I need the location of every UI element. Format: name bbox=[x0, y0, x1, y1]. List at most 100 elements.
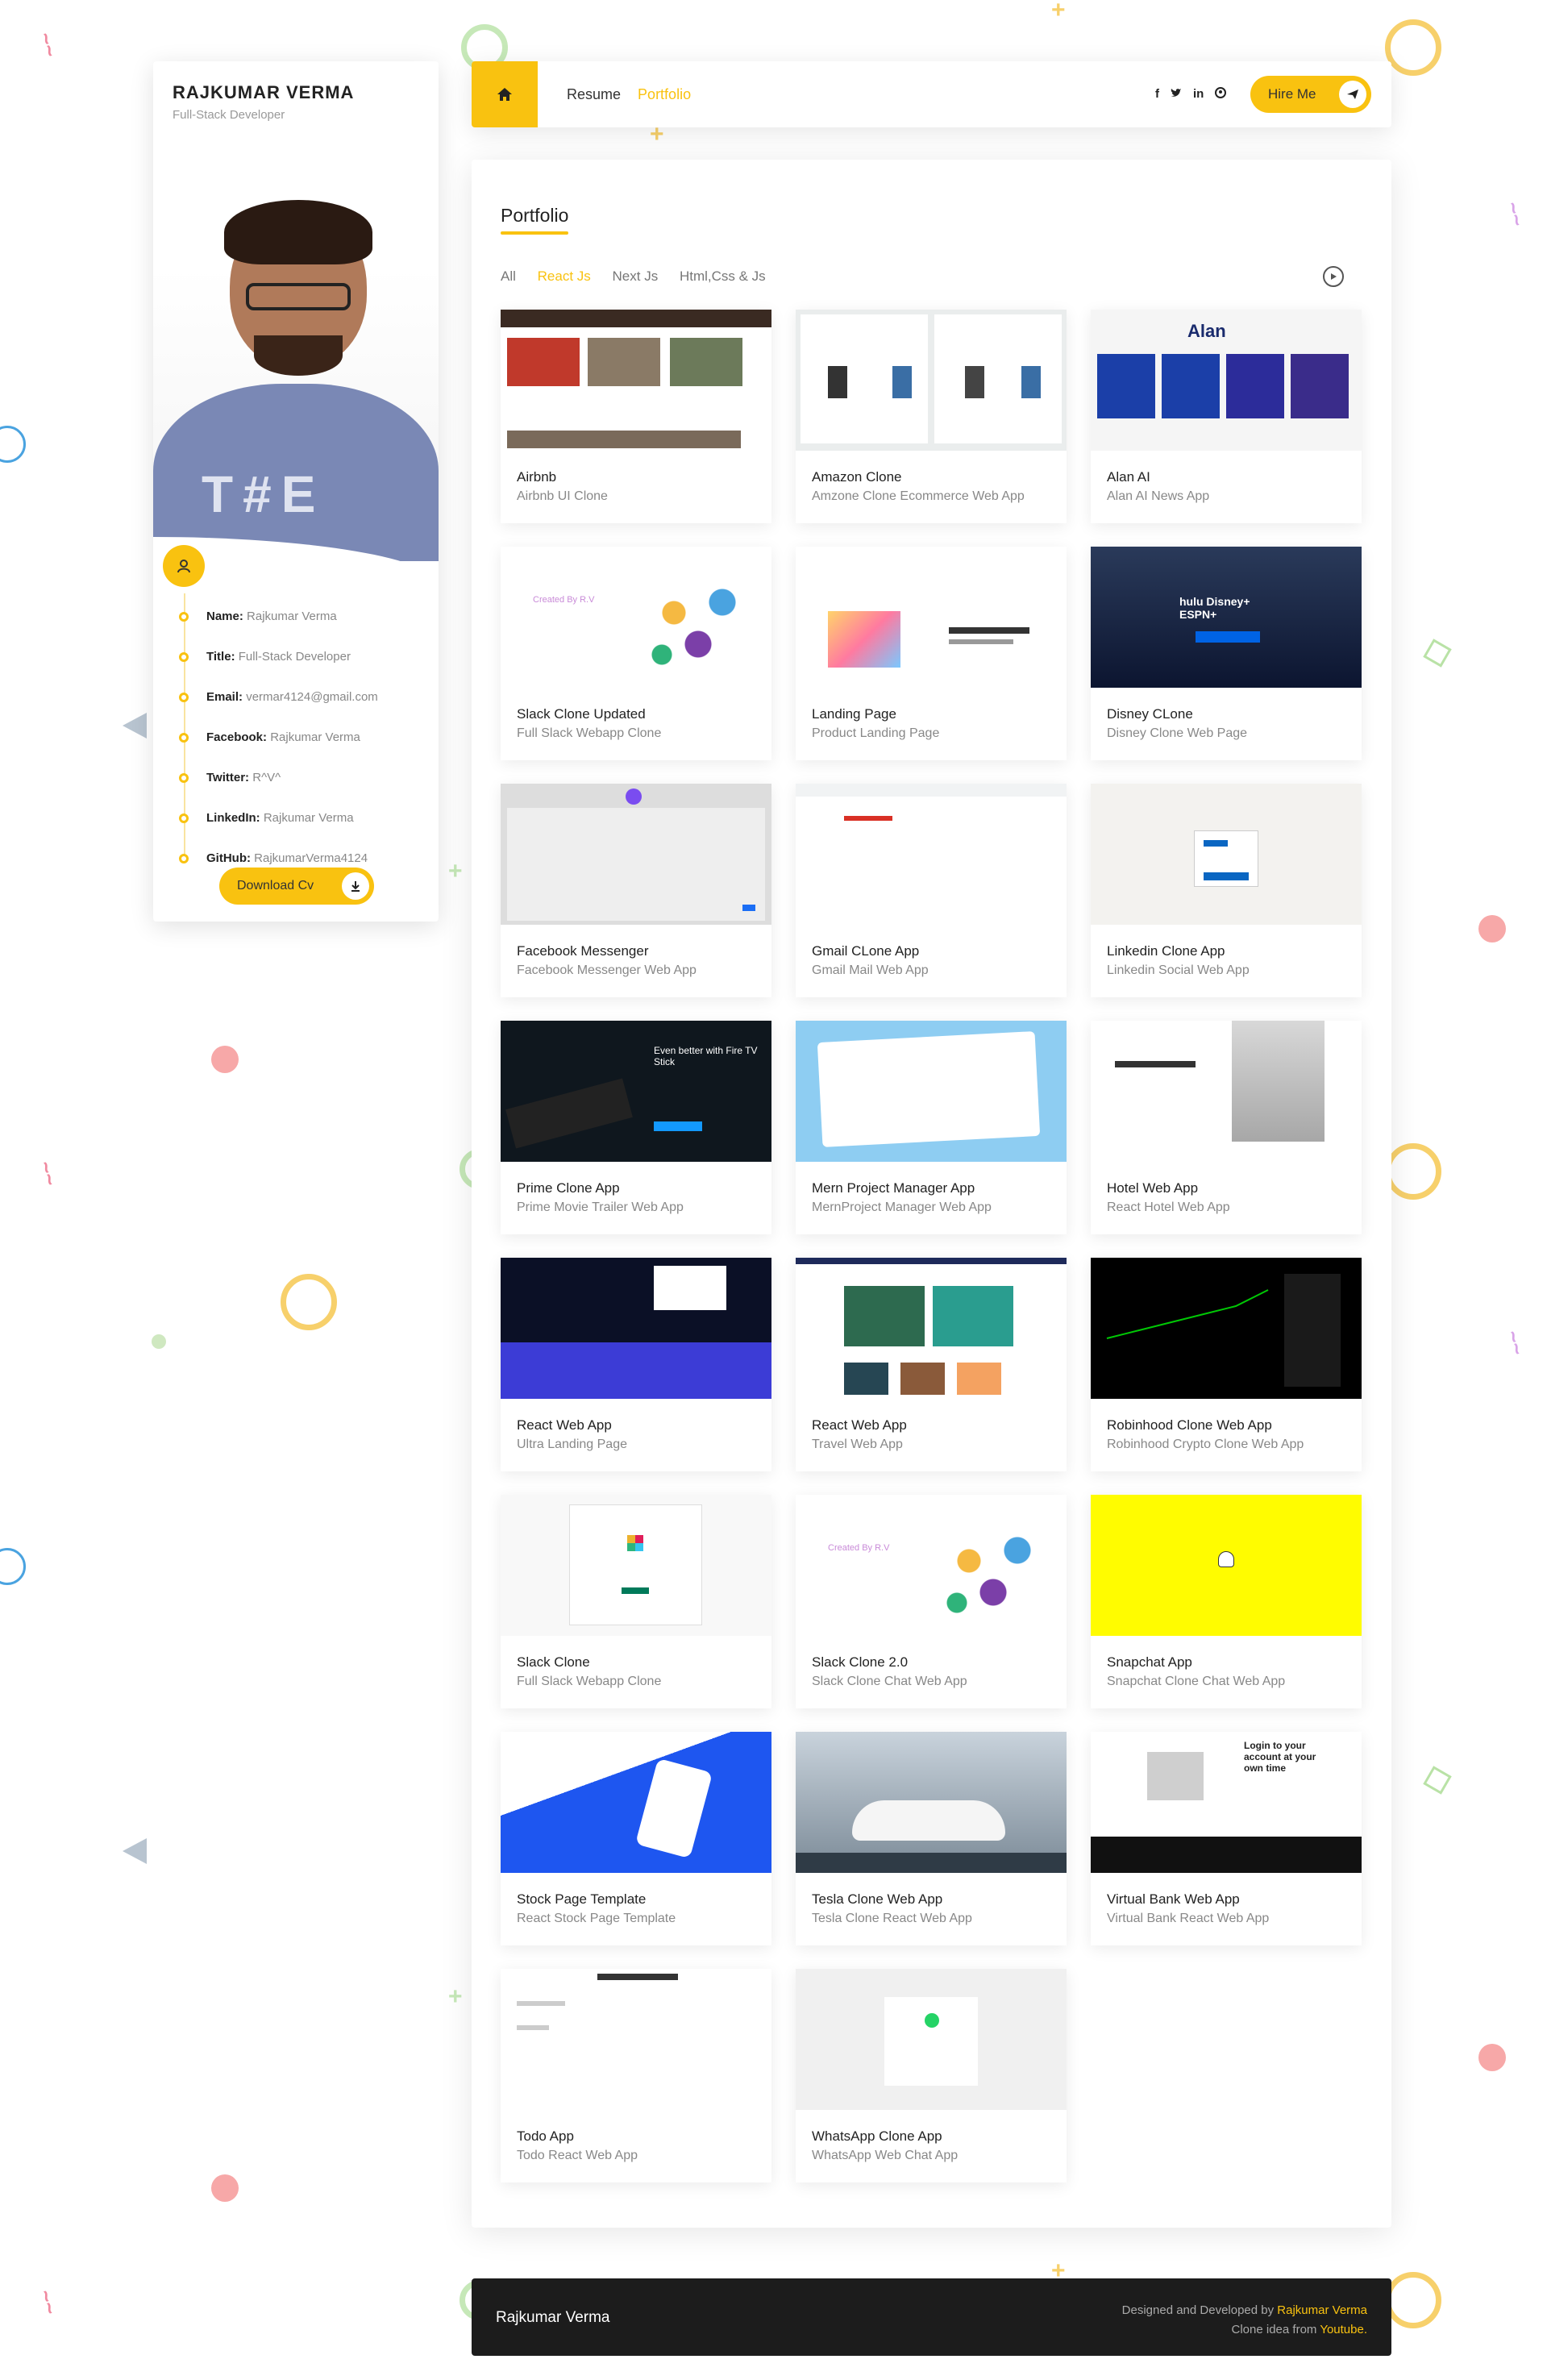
project-card[interactable]: WhatsApp Clone App WhatsApp Web Chat App bbox=[796, 1969, 1067, 2182]
project-card[interactable]: Tesla Clone Web App Tesla Clone React Web… bbox=[796, 1732, 1067, 1945]
project-card[interactable]: Snapchat App Snapchat Clone Chat Web App bbox=[1091, 1495, 1362, 1708]
info-row-name: Name: Rajkumar Verma bbox=[177, 610, 378, 650]
project-thumbnail: Created By R.V bbox=[501, 547, 771, 688]
decor-zigzag: ~~ bbox=[33, 29, 64, 60]
decor-zigzag: ~~ bbox=[33, 1158, 64, 1188]
project-thumbnail bbox=[796, 1732, 1067, 1873]
project-card[interactable]: Created By R.V Slack Clone 2.0 Slack Clone… bbox=[796, 1495, 1067, 1708]
filter-react-js[interactable]: React Js bbox=[538, 268, 591, 284]
decor-cross: + bbox=[1051, 0, 1066, 23]
project-title: Prime Clone App bbox=[517, 1180, 620, 1196]
home-button[interactable] bbox=[472, 61, 538, 127]
decor-ring bbox=[0, 426, 26, 463]
decor-cross: + bbox=[448, 858, 463, 884]
profile-role: Full-Stack Developer bbox=[173, 108, 285, 122]
social-links: f in bbox=[1155, 87, 1227, 102]
project-card[interactable]: Mern Project Manager App MernProject Mana… bbox=[796, 1021, 1067, 1234]
project-subtitle: WhatsApp Web Chat App bbox=[812, 2149, 959, 2162]
decor-ring bbox=[1385, 2272, 1441, 2328]
project-card[interactable]: Login to your account at your own time Vi… bbox=[1091, 1732, 1362, 1945]
project-card[interactable]: Alan Alan AI Alan AI News App bbox=[1091, 310, 1362, 523]
profile-info-list: Name: Rajkumar Verma Title: Full-Stack D… bbox=[177, 610, 378, 892]
project-title: React Web App bbox=[812, 1417, 907, 1433]
project-title: Linkedin Clone App bbox=[1107, 943, 1225, 959]
filter-next-js[interactable]: Next Js bbox=[613, 268, 659, 284]
decor-triangle bbox=[123, 713, 147, 739]
project-title: Facebook Messenger bbox=[517, 943, 649, 959]
project-card[interactable]: Created By R.V Slack Clone Updated Full Sl… bbox=[501, 547, 771, 760]
project-card[interactable]: Todo App Todo React Web App bbox=[501, 1969, 771, 2182]
project-title: Slack Clone Updated bbox=[517, 706, 646, 722]
portfolio-title: Portfolio bbox=[501, 205, 569, 235]
project-subtitle: Airbnb UI Clone bbox=[517, 489, 608, 503]
project-thumbnail: Alan bbox=[1091, 310, 1362, 451]
nav-portfolio[interactable]: Portfolio bbox=[638, 86, 691, 102]
project-thumbnail bbox=[796, 784, 1067, 925]
project-thumbnail bbox=[796, 1258, 1067, 1399]
portfolio-filters: All React Js Next Js Html,Css & Js bbox=[501, 268, 784, 285]
project-card[interactable]: Amazon Clone Amzone Clone Ecommerce Web A… bbox=[796, 310, 1067, 523]
project-thumbnail bbox=[796, 310, 1067, 451]
filter-all[interactable]: All bbox=[501, 268, 516, 284]
decor-square bbox=[1423, 1766, 1452, 1795]
project-card[interactable]: Landing Page Product Landing Page bbox=[796, 547, 1067, 760]
project-card[interactable]: Gmail CLone App Gmail Mail Web App bbox=[796, 784, 1067, 997]
project-card[interactable]: Even better with Fire TV Stick Prime Clon… bbox=[501, 1021, 771, 1234]
user-icon bbox=[163, 545, 205, 587]
info-row-email: Email: vermar4124@gmail.com bbox=[177, 690, 378, 730]
project-card[interactable]: React Web App Ultra Landing Page bbox=[501, 1258, 771, 1471]
project-thumbnail bbox=[1091, 1021, 1362, 1162]
project-title: Stock Page Template bbox=[517, 1891, 647, 1907]
twitter-icon[interactable] bbox=[1171, 87, 1182, 102]
project-card[interactable]: hulu Disney+ ESPN+ Disney CLone Disney Clo… bbox=[1091, 547, 1362, 760]
project-thumbnail bbox=[501, 1969, 771, 2110]
project-card[interactable]: Linkedin Clone App Linkedin Social Web Ap… bbox=[1091, 784, 1362, 997]
project-subtitle: Full Slack Webapp Clone bbox=[517, 726, 662, 740]
project-subtitle: Product Landing Page bbox=[812, 726, 940, 740]
project-card[interactable]: Airbnb Airbnb UI Clone bbox=[501, 310, 771, 523]
project-subtitle: Tesla Clone React Web App bbox=[812, 1912, 972, 1925]
decor-dot bbox=[211, 1046, 239, 1073]
decor-dot bbox=[1478, 2044, 1506, 2071]
decor-ring bbox=[0, 1548, 26, 1585]
decor-zigzag: ~~ bbox=[1500, 198, 1531, 229]
project-card[interactable]: React Web App Travel Web App bbox=[796, 1258, 1067, 1471]
github-icon[interactable] bbox=[1215, 87, 1227, 102]
project-card[interactable]: Facebook Messenger Facebook Messenger Web… bbox=[501, 784, 771, 997]
decor-square bbox=[1423, 639, 1452, 668]
project-card[interactable]: Slack Clone Full Slack Webapp Clone bbox=[501, 1495, 771, 1708]
linkedin-icon[interactable]: in bbox=[1193, 87, 1204, 102]
project-thumbnail: hulu Disney+ ESPN+ bbox=[1091, 547, 1362, 688]
nav-resume[interactable]: Resume bbox=[567, 86, 621, 102]
project-subtitle: Full Slack Webapp Clone bbox=[517, 1675, 662, 1688]
footer-youtube-link[interactable]: Youtube. bbox=[1320, 2323, 1367, 2336]
project-card[interactable]: Stock Page Template React Stock Page Temp… bbox=[501, 1732, 771, 1945]
project-subtitle: Disney Clone Web Page bbox=[1107, 726, 1248, 740]
facebook-icon[interactable]: f bbox=[1155, 87, 1159, 102]
project-subtitle: Linkedin Social Web App bbox=[1107, 963, 1250, 977]
footer-credits: Designed and Developed by Rajkumar Verma… bbox=[1121, 2303, 1367, 2336]
top-header: Resume Portfolio f in Hire Me bbox=[472, 61, 1391, 127]
project-thumbnail bbox=[501, 1495, 771, 1636]
hire-me-button[interactable]: Hire Me bbox=[1250, 76, 1371, 113]
project-subtitle: Todo React Web App bbox=[517, 2149, 638, 2162]
project-subtitle: Gmail Mail Web App bbox=[812, 963, 929, 977]
portfolio-panel: Portfolio All React Js Next Js Html,Css … bbox=[472, 160, 1391, 2228]
project-title: Amazon Clone bbox=[812, 469, 902, 485]
project-subtitle: Amzone Clone Ecommerce Web App bbox=[812, 489, 1025, 503]
project-subtitle: Virtual Bank React Web App bbox=[1107, 1912, 1270, 1925]
footer-author-link[interactable]: Rajkumar Verma bbox=[1277, 2303, 1367, 2317]
download-cv-button[interactable]: Download Cv bbox=[219, 868, 374, 905]
decor-ring bbox=[1385, 19, 1441, 76]
project-card[interactable]: Hotel Web App React Hotel Web App bbox=[1091, 1021, 1362, 1234]
project-thumbnail bbox=[501, 784, 771, 925]
project-title: Snapchat App bbox=[1107, 1654, 1192, 1670]
project-card[interactable]: Robinhood Clone Web App Robinhood Crypto … bbox=[1091, 1258, 1362, 1471]
decor-zigzag: ~~ bbox=[1500, 1327, 1531, 1358]
decor-dot bbox=[1478, 915, 1506, 942]
project-thumbnail: Created By R.V bbox=[796, 1495, 1067, 1636]
project-thumbnail bbox=[796, 1969, 1067, 2110]
filter-html-css-js[interactable]: Html,Css & Js bbox=[680, 268, 766, 284]
info-row-twitter: Twitter: R^V^ bbox=[177, 771, 378, 811]
play-icon[interactable] bbox=[1323, 266, 1344, 287]
